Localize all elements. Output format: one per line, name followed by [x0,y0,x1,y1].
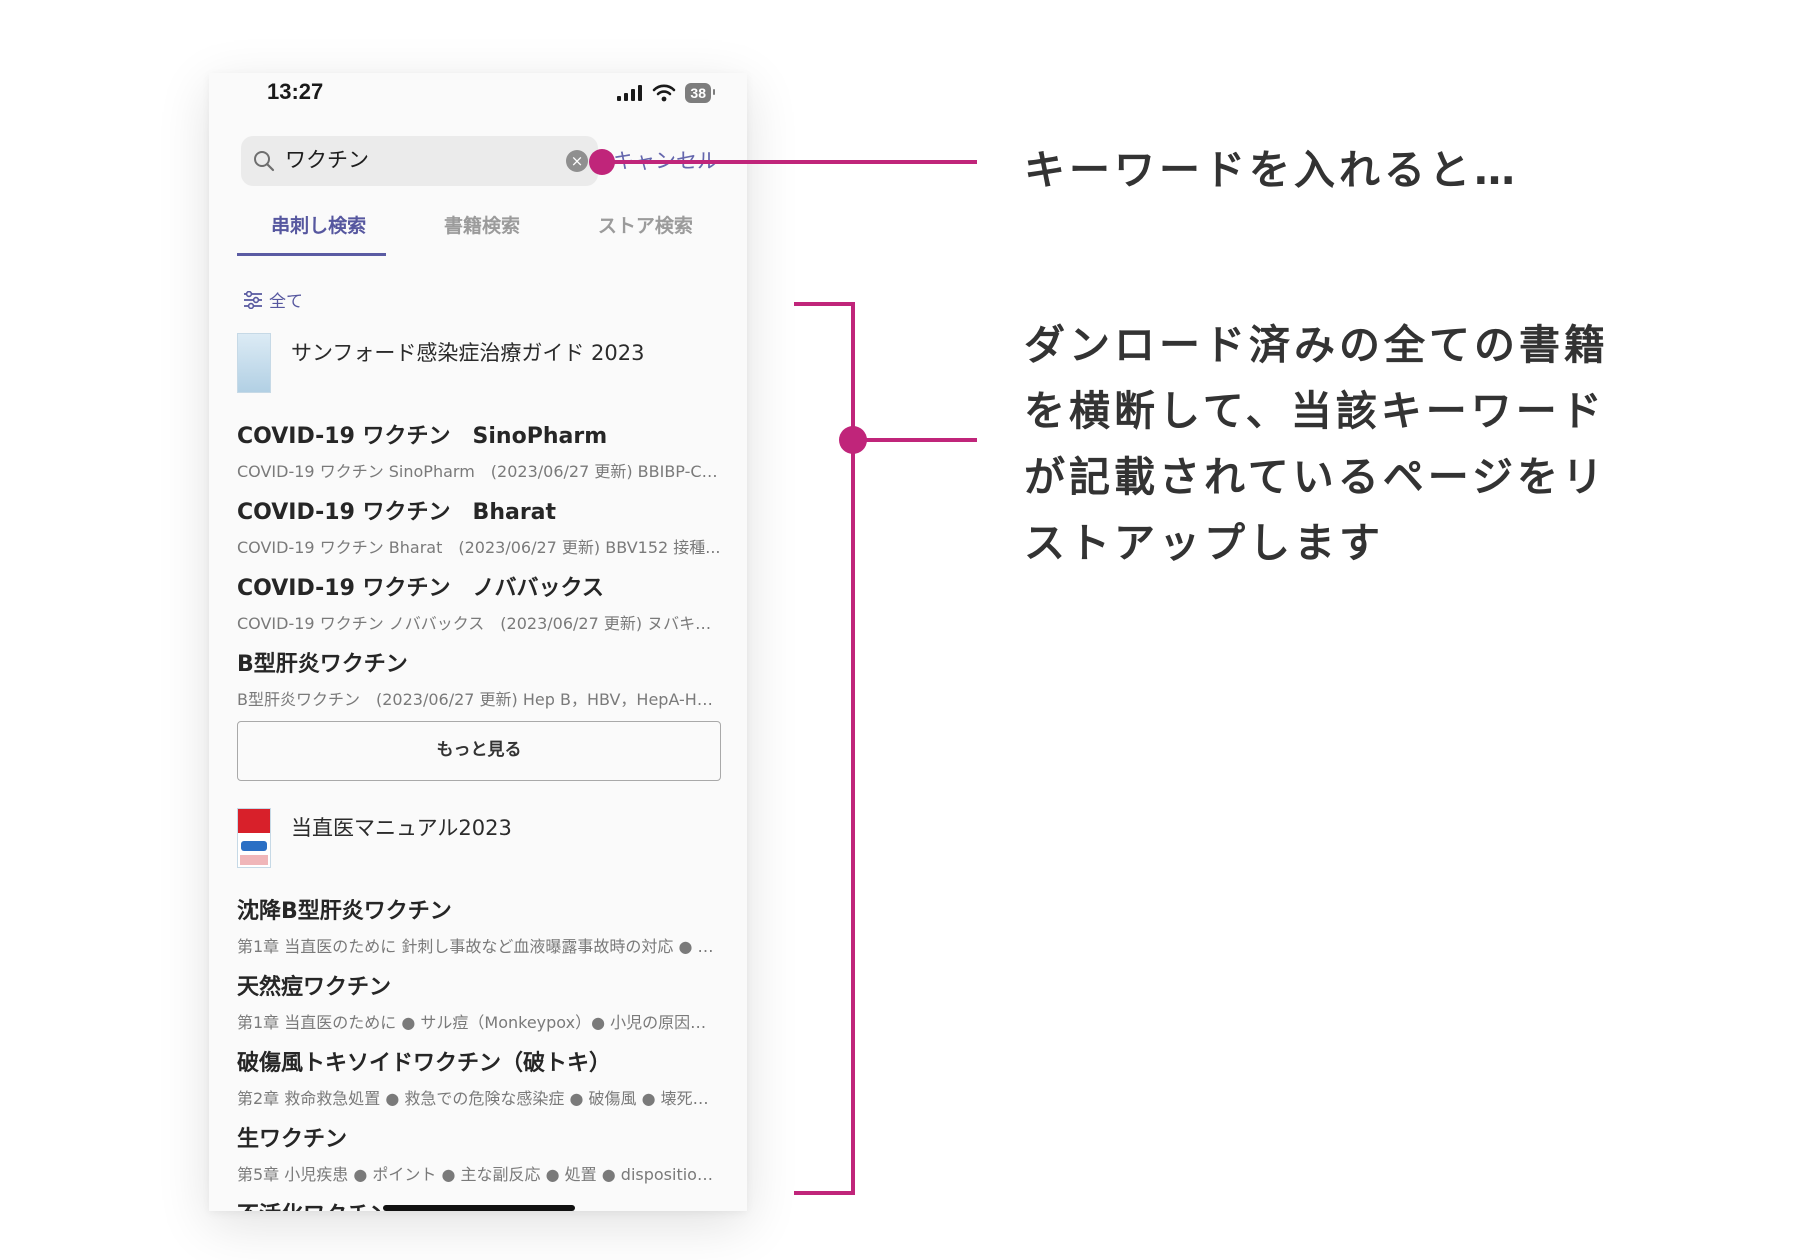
result-title: COVID-19 ワクチン Bharat [237,500,557,525]
show-more-button[interactable]: もっと見る [237,721,721,781]
phone-screen: 13:27 38 × キャンセル 串刺し検索 書籍検索 ストア検索 [209,73,747,1211]
book-title: 当直医マニュアル2023 [291,816,512,840]
annotation-line: ダンロード済みの全ての書籍 [1024,321,1609,369]
result-title: 生ワクチン [237,1127,348,1152]
search-icon [254,151,275,172]
status-icons: 38 [617,83,715,103]
list-item[interactable]: 天然痘ワクチン 第1章 当直医のために ● サル痘（Monkeypox）● 小児… [237,969,721,1033]
tab-cross-search[interactable]: 串刺し検索 [237,200,400,258]
list-item[interactable]: COVID-19 ワクチン SinoPharm COVID-19 ワクチン Si… [237,418,721,482]
clear-search-button[interactable]: × [566,150,588,172]
book-cover [237,808,271,868]
home-indicator [383,1205,575,1211]
filter-sliders-icon [244,290,262,309]
filter-label: 全て [269,292,303,312]
result-title: COVID-19 ワクチン ノババックス [237,576,604,601]
result-snippet: 第5章 小児疾患 ● ポイント ● 主な副反応 ● 処置 ● dispositi… [237,1165,721,1184]
list-item[interactable]: COVID-19 ワクチン Bharat COVID-19 ワクチン Bhara… [237,494,721,558]
result-snippet: 第2章 救命救急処置 ● 救急での危険な感染症 ● 破傷風 ● 壊死性… [237,1089,721,1108]
annotation-line: が記載されているページをリ [1024,453,1607,501]
list-item[interactable]: 沈降B型肝炎ワクチン 第1章 当直医のために 針刺し事故など血液曝露事故時の対応… [237,893,721,957]
result-snippet: 第1章 当直医のために 針刺し事故など血液曝露事故時の対応 ● ポ… [237,937,721,956]
result-snippet: COVID-19 ワクチン Bharat (2023/06/27 更新) BBV… [237,538,721,557]
book-header[interactable]: サンフォード感染症治療ガイド 2023 [237,333,645,393]
result-title: 破傷風トキソイドワクチン（破トキ） [237,1051,612,1076]
results-bracket [794,302,855,1195]
list-item[interactable]: 生ワクチン 第5章 小児疾患 ● ポイント ● 主な副反応 ● 処置 ● dis… [237,1121,721,1185]
search-bar[interactable]: × [241,136,598,186]
list-item[interactable]: B型肝炎ワクチン B型肝炎ワクチン (2023/06/27 更新) Hep B，… [237,646,721,710]
result-snippet: COVID-19 ワクチン ノババックス (2023/06/27 更新) ヌバキ… [237,614,721,633]
list-item[interactable]: 破傷風トキソイドワクチン（破トキ） 第2章 救命救急処置 ● 救急での危険な感染… [237,1045,721,1109]
result-snippet: 第1章 当直医のために ● サル痘（Monkeypox）● 小児の原因不… [237,1013,721,1032]
filter-button[interactable]: 全て [243,287,303,312]
result-title: 沈降B型肝炎ワクチン [237,899,452,924]
result-snippet: COVID-19 ワクチン SinoPharm (2023/06/27 更新) … [237,462,721,481]
results-pointer-dot [839,426,867,454]
annotation-line: ストアップします [1024,519,1384,567]
result-title: B型肝炎ワクチン [237,652,408,677]
cancel-button[interactable]: キャンセル [613,136,718,186]
book-title: サンフォード感染症治療ガイド 2023 [291,341,645,365]
annotation-description: ダンロード済みの全ての書籍 を横断して、当該キーワード が記載されているページを… [1024,312,1744,576]
result-snippet: B型肝炎ワクチン (2023/06/27 更新) Hep B，HBV，HepA-… [237,690,721,709]
wifi-icon [653,84,676,102]
tab-store-search[interactable]: ストア検索 [564,200,727,258]
list-item[interactable]: COVID-19 ワクチン ノババックス COVID-19 ワクチン ノババック… [237,570,721,634]
battery-icon: 38 [685,83,715,103]
annotation-line: を横断して、当該キーワード [1024,387,1606,435]
status-time: 13:27 [267,79,324,104]
result-title: COVID-19 ワクチン SinoPharm [237,424,608,449]
result-title: 天然痘ワクチン [237,975,392,1000]
annotation-keyword: キーワードを入れると… [1024,146,1519,194]
book-header[interactable]: 当直医マニュアル2023 [237,808,512,868]
search-tabs: 串刺し検索 書籍検索 ストア検索 [237,200,727,258]
cellular-signal-icon [617,85,643,101]
tab-book-search[interactable]: 書籍検索 [400,200,563,258]
book-cover [237,333,271,393]
search-input[interactable] [285,136,565,186]
